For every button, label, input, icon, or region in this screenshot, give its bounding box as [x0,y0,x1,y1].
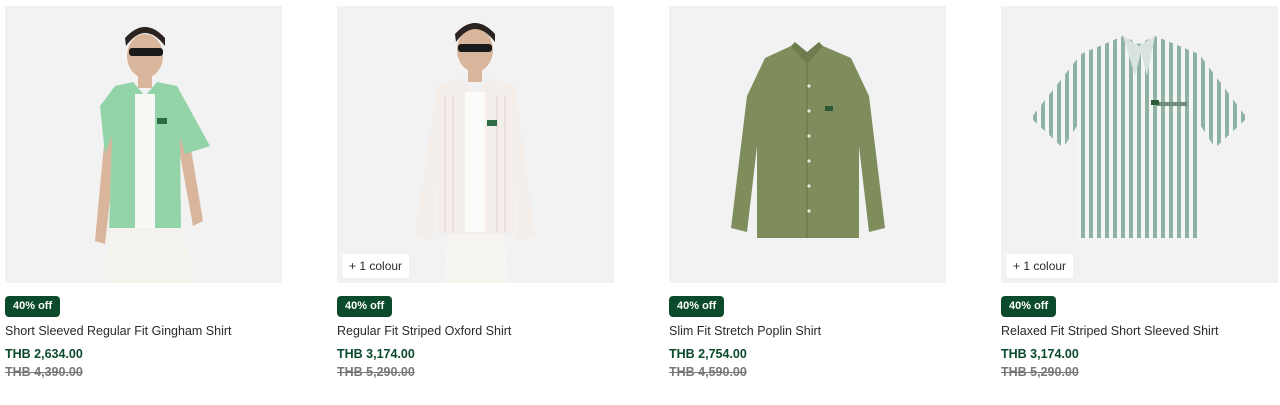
colour-chip[interactable]: + 1 colour [1006,254,1074,278]
sale-price: THB 3,174.00 [1001,347,1079,361]
product-name[interactable]: Slim Fit Stretch Poplin Shirt [669,324,946,338]
discount-badge: 40% off [337,296,393,317]
product-name[interactable]: Short Sleeved Regular Fit Gingham Shirt [5,324,282,338]
product-grid: 40% off Short Sleeved Regular Fit Gingha… [0,0,1280,405]
discount-badge: 40% off [1001,296,1057,317]
sale-price: THB 2,754.00 [669,347,747,361]
discount-badge: 40% off [5,296,61,317]
product-card[interactable]: + 1 colour 40% off Relaxed Fit Striped S… [1001,6,1278,379]
product-image[interactable]: + 1 colour [1001,6,1278,283]
product-card[interactable]: 40% off Slim Fit Stretch Poplin Shirt TH… [669,6,946,379]
model-white-shirt-image [337,6,614,283]
original-price: THB 4,390.00 [5,365,83,379]
original-price: THB 5,290.00 [337,365,415,379]
colour-chip[interactable]: + 1 colour [342,254,410,278]
product-image[interactable]: + 1 colour [337,6,614,283]
model-green-shirt-image [5,6,282,283]
original-price: THB 4,590.00 [669,365,747,379]
product-card[interactable]: 40% off Short Sleeved Regular Fit Gingha… [5,6,282,379]
striped-shirt-image [1001,6,1278,283]
sale-price: THB 2,634.00 [5,347,83,361]
product-name[interactable]: Relaxed Fit Striped Short Sleeved Shirt [1001,324,1278,338]
sale-price: THB 3,174.00 [337,347,415,361]
product-image[interactable] [5,6,282,283]
product-name[interactable]: Regular Fit Striped Oxford Shirt [337,324,614,338]
product-image[interactable] [669,6,946,283]
discount-badge: 40% off [669,296,725,317]
product-card[interactable]: + 1 colour 40% off Regular Fit Striped O… [337,6,614,379]
original-price: THB 5,290.00 [1001,365,1079,379]
olive-shirt-image [669,6,946,283]
